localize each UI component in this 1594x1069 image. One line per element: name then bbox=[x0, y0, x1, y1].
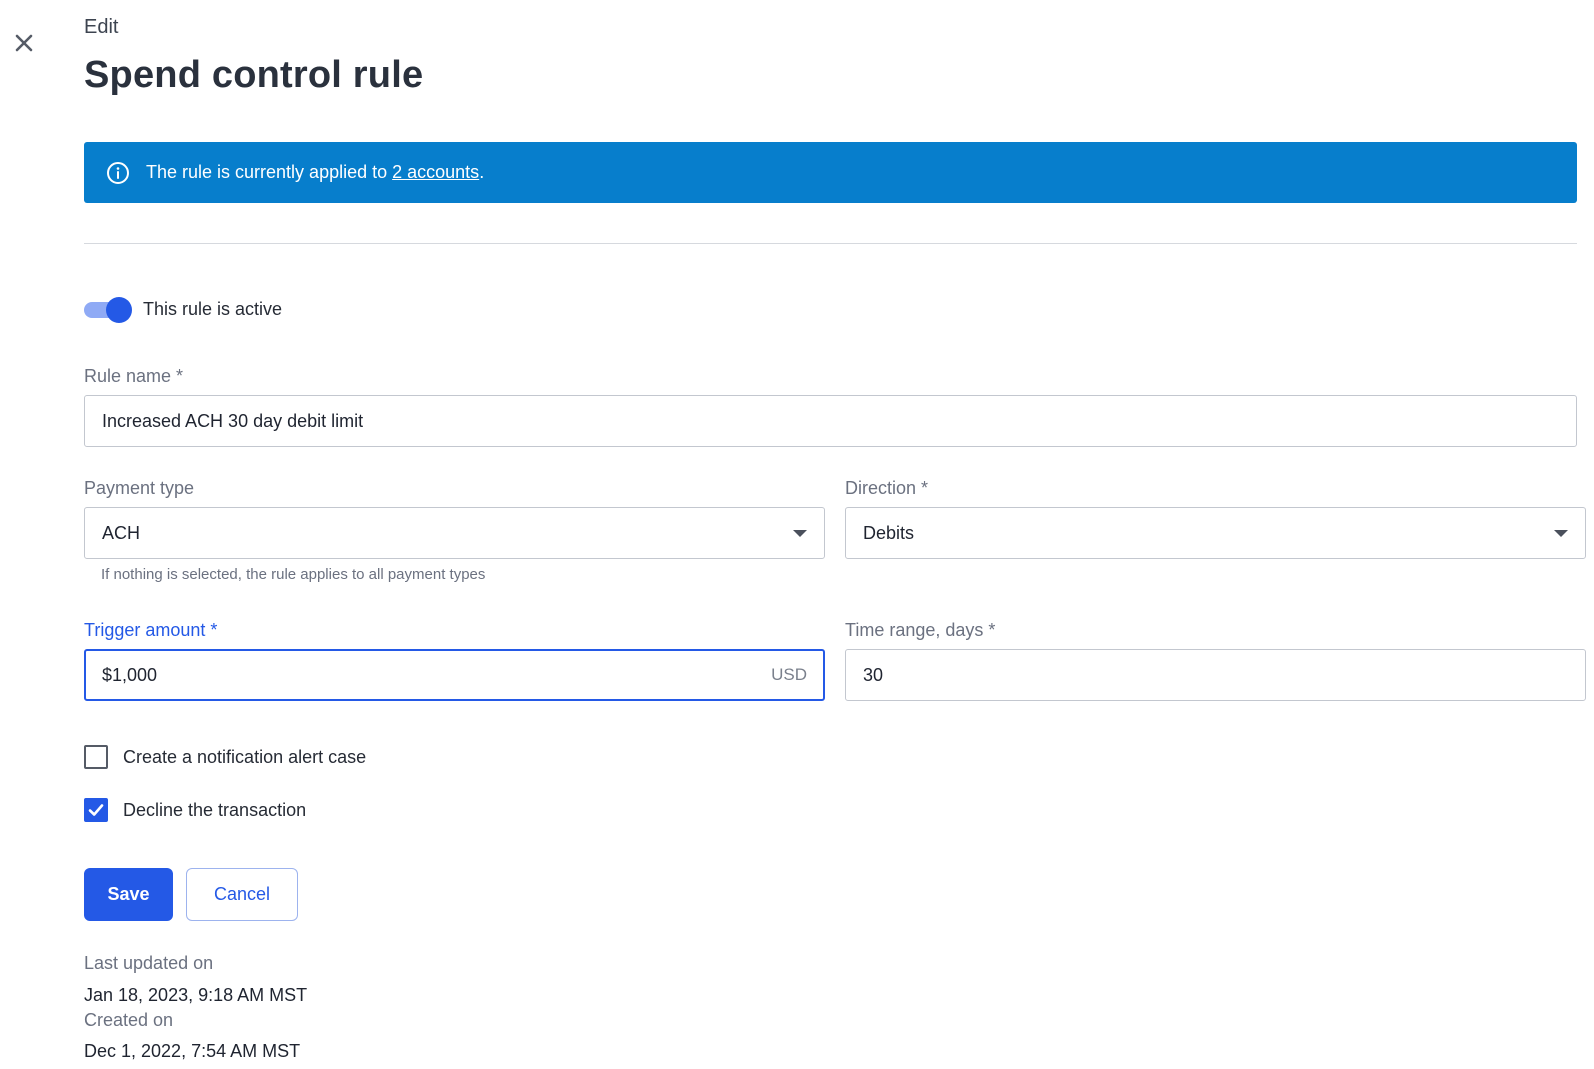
payment-type-helper: If nothing is selected, the rule applies… bbox=[101, 566, 486, 583]
notification-label: Create a notification alert case bbox=[123, 746, 367, 767]
decline-option[interactable]: Decline the transaction bbox=[84, 798, 306, 822]
active-toggle-row: This rule is active bbox=[84, 296, 283, 323]
payment-type-select[interactable]: ACH bbox=[84, 507, 825, 559]
cancel-button[interactable]: Cancel bbox=[186, 868, 298, 921]
banner-text: The rule is currently applied to bbox=[146, 162, 393, 182]
decline-checkbox[interactable] bbox=[84, 798, 108, 822]
last-updated-label: Last updated on bbox=[84, 953, 214, 973]
rule-name-value: Increased ACH 30 day debit limit bbox=[102, 410, 364, 431]
page-eyebrow: Edit bbox=[84, 16, 119, 38]
divider bbox=[84, 243, 1577, 244]
close-icon[interactable] bbox=[10, 29, 38, 57]
check-icon bbox=[88, 804, 104, 816]
banner-text-end: . bbox=[479, 162, 485, 182]
trigger-amount-label: Trigger amount * bbox=[84, 620, 218, 640]
time-range-input[interactable]: 30 bbox=[845, 649, 1586, 701]
rule-name-input[interactable]: Increased ACH 30 day debit limit bbox=[84, 395, 1577, 447]
time-range-value: 30 bbox=[863, 664, 884, 685]
trigger-amount-value: $1,000 bbox=[102, 664, 158, 685]
created-label: Created on bbox=[84, 1010, 174, 1030]
notification-option[interactable]: Create a notification alert case bbox=[84, 745, 366, 769]
last-updated-value: Jan 18, 2023, 9:18 AM MST bbox=[84, 985, 308, 1005]
direction-value: Debits bbox=[863, 522, 915, 543]
direction-select[interactable]: Debits bbox=[845, 507, 1586, 559]
save-button[interactable]: Save bbox=[84, 868, 173, 921]
trigger-amount-input[interactable]: $1,000 USD bbox=[84, 649, 825, 701]
created-value: Dec 1, 2022, 7:54 AM MST bbox=[84, 1041, 301, 1061]
currency-suffix: USD bbox=[771, 665, 807, 684]
active-toggle-label: This rule is active bbox=[143, 298, 283, 319]
direction-label: Direction * bbox=[845, 478, 929, 498]
accounts-link[interactable]: 2 accounts bbox=[392, 162, 479, 183]
notification-checkbox[interactable] bbox=[84, 745, 108, 769]
decline-label: Decline the transaction bbox=[123, 799, 307, 820]
page-title: Spend control rule bbox=[84, 54, 424, 96]
active-toggle[interactable] bbox=[84, 296, 132, 323]
info-banner: The rule is currently applied to 2 accou… bbox=[84, 142, 1577, 203]
chevron-down-icon[interactable] bbox=[793, 529, 807, 537]
edit-rule-page: Edit Spend control rule The rule is curr… bbox=[0, 0, 1594, 1069]
payment-type-label: Payment type bbox=[84, 478, 195, 498]
payment-type-value: ACH bbox=[102, 522, 141, 543]
time-range-label: Time range, days * bbox=[845, 620, 996, 640]
info-icon bbox=[107, 161, 129, 184]
chevron-down-icon[interactable] bbox=[1554, 529, 1568, 537]
rule-name-label: Rule name * bbox=[84, 366, 184, 386]
